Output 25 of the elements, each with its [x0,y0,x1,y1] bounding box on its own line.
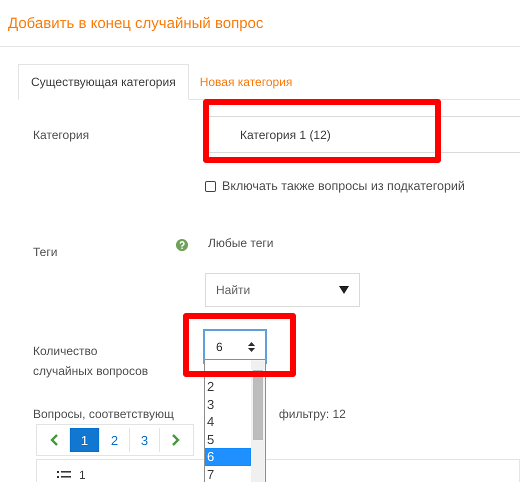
field-label: Количество случайных вопросов [33,343,150,380]
dialog-title: Добавить в конец случайный вопрос [8,14,264,32]
field-label: Категория [33,128,90,142]
filter-text: фильтру: 12 [278,407,346,421]
chevron-right-icon [170,434,180,446]
filter-text: Вопросы, соответствующ [33,407,174,421]
dropdown-option[interactable]: 5 [205,430,251,448]
help-icon[interactable] [176,239,188,251]
tab[interactable]: Существующая категория [18,64,189,100]
page-button[interactable]: 1 [70,428,100,452]
question-number: 1 [79,468,86,482]
dropdown-option[interactable]: 4 [205,413,251,430]
field-label: Теги [33,245,58,259]
updown-icon [248,342,255,352]
dropdown-option[interactable]: 3 [205,396,251,413]
checkbox[interactable] [205,180,216,192]
chevron-left-icon [50,434,59,446]
caret-icon [339,286,349,294]
category-select[interactable]: Категория 1 (12) [207,116,520,153]
list-icon [57,470,71,480]
tags-value: Любые теги [208,236,274,250]
checkbox-label: Включать также вопросы из подкатегорий [222,179,465,193]
dropdown-option[interactable]: 2 [205,378,251,396]
dropdown-option[interactable]: 7 [205,466,251,482]
tags-search-select[interactable]: Найти [205,273,360,307]
